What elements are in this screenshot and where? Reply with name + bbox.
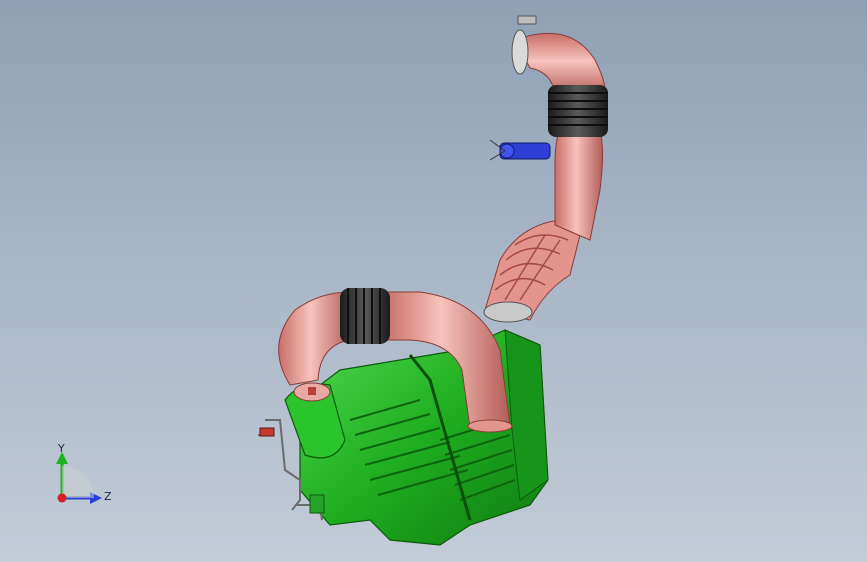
upper-bellows[interactable] [548, 85, 608, 137]
triad-axes [56, 452, 102, 504]
graphics-viewport[interactable]: Y Z [0, 0, 867, 562]
cad-model-scene[interactable] [0, 0, 867, 562]
sensor-bracket[interactable] [489, 139, 551, 161]
corrugated-hose[interactable] [483, 219, 581, 323]
triad-y-label: Y [58, 442, 65, 455]
lower-bellows[interactable] [340, 288, 390, 344]
orientation-triad: Y Z [40, 440, 120, 520]
triad-z-label: Z [104, 490, 112, 503]
